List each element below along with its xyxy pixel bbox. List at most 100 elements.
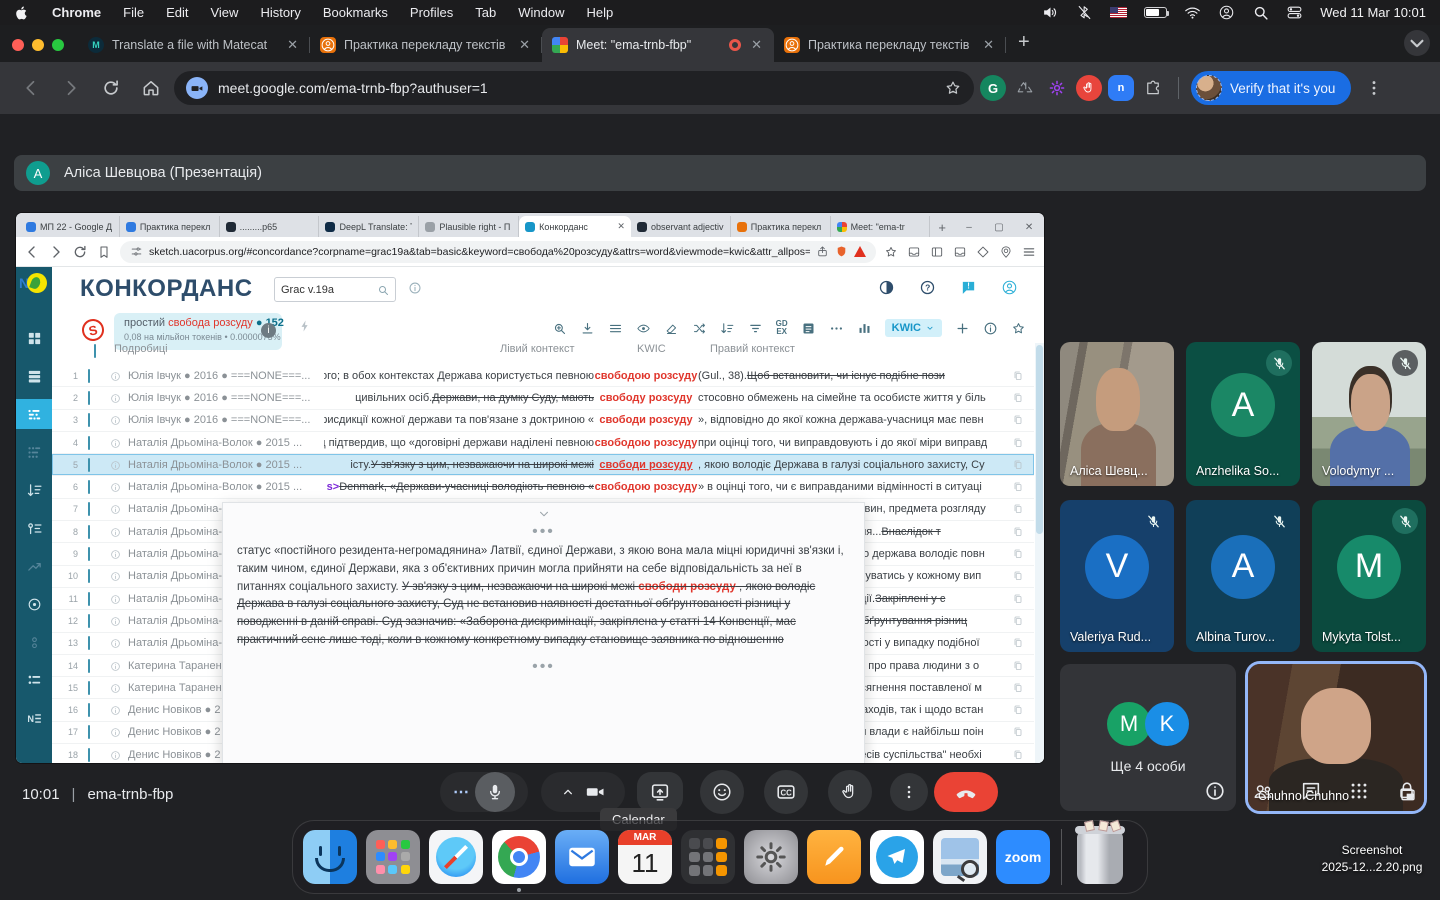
row-checkbox[interactable] xyxy=(88,525,90,539)
shared-minimize-button[interactable]: – xyxy=(954,222,984,237)
menu-item-window[interactable]: Window xyxy=(518,5,564,20)
wifi-icon[interactable] xyxy=(1184,4,1201,21)
row-checkbox[interactable] xyxy=(88,659,90,673)
shared-tab-close-icon[interactable]: ✕ xyxy=(617,221,625,232)
dock-calendar-icon[interactable]: MAR11 xyxy=(618,830,672,884)
row-copy-icon[interactable] xyxy=(1012,414,1034,426)
shared-new-tab-button[interactable]: + xyxy=(930,220,954,237)
row-copy-icon[interactable] xyxy=(1012,637,1034,649)
end-call-button[interactable] xyxy=(934,772,998,812)
shared-bookmark-icon[interactable] xyxy=(96,244,112,260)
adguard-icon[interactable] xyxy=(854,246,866,257)
tab-close-icon[interactable]: ✕ xyxy=(285,37,300,53)
row-checkbox[interactable] xyxy=(88,614,90,628)
account-icon[interactable] xyxy=(1001,279,1018,296)
corpus-info-icon[interactable] xyxy=(408,281,422,295)
microphone-button[interactable] xyxy=(475,772,515,812)
raise-hand-button[interactable] xyxy=(828,770,872,814)
more-tools-icon[interactable] xyxy=(829,321,844,336)
row-checkbox[interactable] xyxy=(88,480,90,494)
shared-forward-icon[interactable] xyxy=(48,244,64,260)
column-left-context[interactable]: Лівий контекст xyxy=(500,343,575,355)
shared-tab-1[interactable]: МП 22 - Google Д xyxy=(20,216,120,237)
desktop-file-label[interactable]: Screenshot 2025-12...2.20.png xyxy=(1310,842,1434,877)
dock-settings-icon[interactable] xyxy=(744,830,798,884)
window-controls[interactable] xyxy=(0,39,78,62)
grammarly-extension-icon[interactable]: G xyxy=(980,75,1006,101)
row-info-icon[interactable] xyxy=(110,548,128,560)
shared-wallet-icon[interactable] xyxy=(976,245,990,259)
shared-screen[interactable]: МП 22 - Google ДПрактика перекл.........… xyxy=(16,213,1044,763)
new-tab-button[interactable]: + xyxy=(1006,31,1042,62)
nosketch-logo[interactable]: N xyxy=(21,271,47,297)
row-info-icon[interactable] xyxy=(110,749,128,761)
row-info-icon[interactable] xyxy=(110,570,128,582)
keywords-icon[interactable] xyxy=(16,513,52,543)
participant-tile[interactable]: VValeriya Rud... xyxy=(1060,500,1174,652)
zoom-window-button[interactable] xyxy=(52,39,64,51)
mic-options-dots[interactable]: ⋯ xyxy=(453,782,471,802)
row-checkbox[interactable] xyxy=(88,681,90,695)
row-info-icon[interactable] xyxy=(110,726,128,738)
row-copy-icon[interactable] xyxy=(1012,726,1034,738)
row-copy-icon[interactable] xyxy=(1012,481,1034,493)
shared-window-controls[interactable]: –▢✕ xyxy=(954,222,1044,237)
row-copy-icon[interactable] xyxy=(1012,437,1034,449)
adblock-extension-icon[interactable] xyxy=(1076,75,1102,101)
tab-close-icon[interactable]: ✕ xyxy=(749,37,764,53)
url-text[interactable]: meet.google.com/ema-trnb-fbp?authuser=1 xyxy=(218,80,934,96)
menu-item-bookmarks[interactable]: Bookmarks xyxy=(323,5,388,20)
context-ellipsis-bottom[interactable]: ••• xyxy=(237,658,850,676)
menu-item-tab[interactable]: Tab xyxy=(475,5,496,20)
text-types-icon[interactable]: N xyxy=(16,703,52,733)
shared-sidebar-icon[interactable] xyxy=(930,245,944,259)
wordlist-icon[interactable] xyxy=(16,437,52,467)
present-button[interactable] xyxy=(637,772,683,812)
dock-telegram-icon[interactable] xyxy=(870,830,924,884)
shared-tab-5[interactable]: Plausible right - П xyxy=(419,216,519,237)
recycle-extension-icon[interactable] xyxy=(1012,75,1038,101)
minimize-window-button[interactable] xyxy=(32,39,44,51)
feedback-icon[interactable]: ! xyxy=(960,279,977,296)
row-info-icon[interactable] xyxy=(110,682,128,694)
gdex-icon[interactable]: GDEX xyxy=(776,320,788,336)
row-info-icon[interactable] xyxy=(110,660,128,672)
row-checkbox[interactable] xyxy=(88,436,90,450)
undo-icon[interactable] xyxy=(664,321,679,336)
dock-preview-icon[interactable] xyxy=(933,830,987,884)
dock-chrome-icon[interactable] xyxy=(492,830,546,884)
row-copy-icon[interactable] xyxy=(1012,615,1034,627)
verify-profile-button[interactable]: Verify that it's you xyxy=(1191,71,1351,105)
tab-close-icon[interactable]: ✕ xyxy=(981,37,996,53)
dock-launchpad-icon[interactable] xyxy=(366,830,420,884)
close-window-button[interactable] xyxy=(12,39,24,51)
keyboard-layout-flag-icon[interactable] xyxy=(1110,7,1127,18)
sort-icon[interactable] xyxy=(16,475,52,505)
chrome-menu-button[interactable] xyxy=(1357,71,1391,105)
row-checkbox[interactable] xyxy=(88,592,90,606)
browser-tab-4[interactable]: Практика перекладу текстів✕ xyxy=(774,28,1006,62)
more-options-button[interactable] xyxy=(890,773,928,811)
column-details[interactable]: Подробиці xyxy=(114,343,168,355)
query-info-icon[interactable]: i xyxy=(261,323,276,338)
shared-menu-icon[interactable] xyxy=(1022,245,1036,259)
shared-url-text[interactable]: sketch.uacorpus.org/#concordance?corpnam… xyxy=(149,246,810,258)
tab-search-button[interactable] xyxy=(1404,30,1430,56)
row-info-icon[interactable] xyxy=(110,437,128,449)
search-icon[interactable] xyxy=(377,284,389,296)
row-info-icon[interactable] xyxy=(110,392,128,404)
menu-item-view[interactable]: View xyxy=(210,5,238,20)
corpus-selector[interactable]: Grac v.19a xyxy=(274,277,396,302)
back-button[interactable] xyxy=(14,71,48,105)
menu-item-history[interactable]: History xyxy=(260,5,300,20)
view-options-icon[interactable] xyxy=(608,321,623,336)
meeting-details-icon[interactable] xyxy=(1204,780,1226,802)
annotation-icon[interactable] xyxy=(801,321,816,336)
shared-reload-icon[interactable] xyxy=(72,244,88,260)
row-checkbox[interactable] xyxy=(88,502,90,516)
tab-close-icon[interactable]: ✕ xyxy=(517,37,532,53)
row-info-icon[interactable] xyxy=(110,704,128,716)
participant-tile[interactable]: AAlbina Turov... xyxy=(1186,500,1300,652)
row-copy-icon[interactable] xyxy=(1012,503,1034,515)
row-copy-icon[interactable] xyxy=(1012,548,1034,560)
